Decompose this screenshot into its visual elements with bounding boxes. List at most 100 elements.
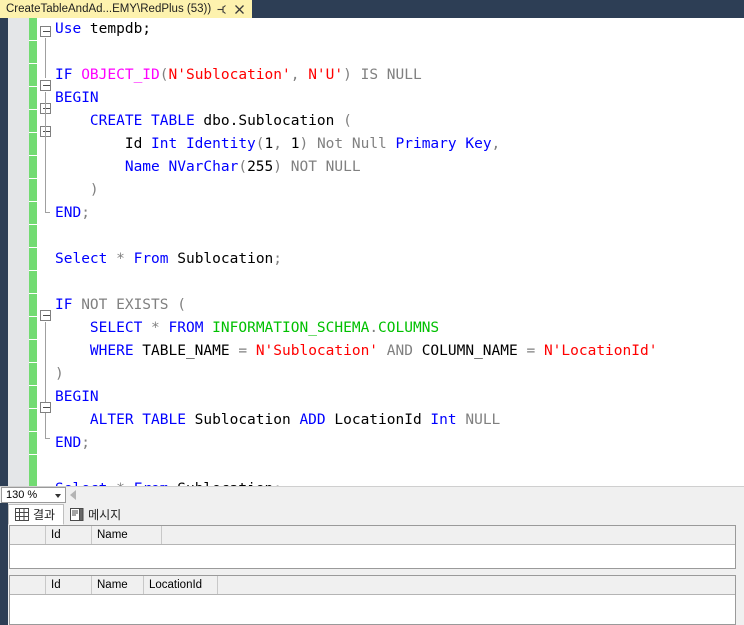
code-token: ) [55, 366, 64, 382]
grid-icon [15, 508, 29, 521]
code-token: 255 [247, 159, 273, 175]
code-text-area[interactable]: Use tempdb; IF OBJECT_ID(N'Sublocation',… [55, 18, 744, 486]
code-token: NOT EXISTS [81, 297, 168, 313]
code-line-14: SELECT * FROM INFORMATION_SCHEMA.COLUMNS [55, 317, 439, 340]
code-token: END [55, 435, 81, 451]
code-line-2 [55, 41, 64, 64]
results-grid-splitter[interactable] [9, 570, 736, 574]
code-token [352, 67, 361, 83]
outline-toggle-use[interactable] [40, 26, 51, 37]
code-token: Select [55, 251, 107, 267]
grid-corner-cell[interactable] [10, 576, 46, 594]
tab-results[interactable]: 결과 [8, 504, 64, 525]
zoom-level-value: 130 % [2, 488, 37, 502]
tab-messages[interactable]: 메시지 [64, 504, 129, 525]
document-tab-title: CreateTableAndAd...EMY\RedPlus (53)) [6, 0, 211, 18]
results-tab-bar: 결과 메시지 [8, 503, 744, 525]
code-line-12 [55, 271, 64, 294]
code-line-8: ) [55, 179, 99, 202]
code-line-16: ) [55, 363, 64, 386]
code-line-17: BEGIN [55, 386, 99, 409]
code-token: ( [343, 113, 352, 129]
code-line-10 [55, 225, 64, 248]
code-token: ; [81, 435, 90, 451]
code-token: WHERE [90, 343, 134, 359]
result-grid-2-body[interactable] [10, 595, 735, 625]
code-token [55, 320, 90, 336]
code-token: INFORMATION_SCHEMA [212, 320, 369, 336]
code-token [169, 297, 178, 313]
code-line-9: END; [55, 202, 90, 225]
message-icon [70, 508, 84, 521]
column-header-name[interactable]: Name [92, 526, 162, 544]
code-token: ; [81, 205, 90, 221]
code-token: ALTER TABLE [90, 412, 186, 428]
column-header-id[interactable]: Id [46, 526, 92, 544]
code-line-15: WHERE TABLE_NAME = N'Sublocation' AND CO… [55, 340, 657, 363]
code-token: * [116, 251, 125, 267]
code-token: , [492, 136, 501, 152]
code-outlining-column[interactable] [37, 18, 55, 486]
code-line-11: Select * From Sublocation; [55, 248, 282, 271]
result-grid-1[interactable]: Id Name [9, 525, 736, 569]
code-line-5: CREATE TABLE dbo.Sublocation ( [55, 110, 352, 133]
document-tab-strip: CreateTableAndAd...EMY\RedPlus (53)) [0, 0, 744, 18]
column-header-locationid[interactable]: LocationId [144, 576, 218, 594]
code-token: COLUMN_NAME [413, 343, 527, 359]
code-token: BEGIN [55, 389, 99, 405]
code-token: Primary Key [396, 136, 492, 152]
code-token [282, 136, 291, 152]
close-icon[interactable] [232, 1, 247, 17]
result-grid-1-header: Id Name [10, 526, 735, 545]
code-token: N'LocationId' [544, 343, 658, 359]
code-token: ) [343, 67, 352, 83]
column-header-id[interactable]: Id [46, 576, 92, 594]
code-line-4: BEGIN [55, 87, 99, 110]
code-token: ( [256, 136, 265, 152]
code-token [55, 182, 90, 198]
outline-toggle-if-not-exists[interactable] [40, 310, 51, 321]
column-header-name[interactable]: Name [92, 576, 144, 594]
editor-gutter[interactable] [8, 18, 29, 486]
code-token [107, 251, 116, 267]
code-line-7: Name NVarChar(255) NOT NULL [55, 156, 361, 179]
code-token [308, 136, 317, 152]
code-token: IF [55, 297, 72, 313]
code-token: 1 [265, 136, 274, 152]
code-token [282, 159, 291, 175]
code-token: COLUMNS [378, 320, 439, 336]
document-tab[interactable]: CreateTableAndAd...EMY\RedPlus (53)) [0, 0, 252, 18]
outline-toggle-begin-2[interactable] [40, 402, 51, 413]
grid-corner-cell[interactable] [10, 526, 46, 544]
sql-editor[interactable]: Use tempdb; IF OBJECT_ID(N'Sublocation',… [0, 18, 744, 486]
code-token [387, 136, 396, 152]
code-token [55, 113, 90, 129]
code-token: BEGIN [55, 90, 99, 106]
code-token: ; [273, 251, 282, 267]
code-token [535, 343, 544, 359]
horizontal-scroll-left-arrow[interactable] [70, 490, 76, 500]
code-token: dbo.Sublocation [195, 113, 343, 129]
code-token: Sublocation [169, 251, 274, 267]
code-token: N'Sublocation' [169, 67, 291, 83]
editor-left-edge [0, 18, 8, 486]
code-token [72, 297, 81, 313]
result-grid-1-body[interactable] [10, 545, 735, 569]
change-indicator-bar [29, 18, 37, 486]
outline-toggle-if-object-id[interactable] [40, 80, 51, 91]
code-token: = [526, 343, 535, 359]
code-token: From [134, 251, 169, 267]
code-token: ( [160, 67, 169, 83]
chevron-down-icon[interactable] [55, 494, 61, 498]
code-token [55, 159, 125, 175]
zoom-level-combobox[interactable]: 130 % [1, 487, 66, 503]
pin-icon[interactable] [214, 1, 229, 17]
code-line-3: IF OBJECT_ID(N'Sublocation', N'U') IS NU… [55, 64, 422, 87]
code-line-20 [55, 455, 64, 478]
code-token: SELECT [90, 320, 142, 336]
code-line-6: Id Int Identity(1, 1) Not Null Primary K… [55, 133, 500, 156]
result-grid-2[interactable]: Id Name LocationId [9, 575, 736, 625]
code-token [125, 251, 134, 267]
code-token: Int Identity [151, 136, 256, 152]
code-token: ( [238, 159, 247, 175]
